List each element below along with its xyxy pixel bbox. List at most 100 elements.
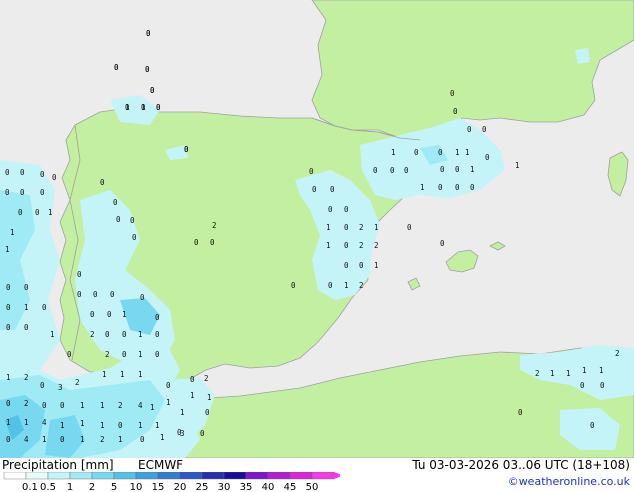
- map-canvas: 0 0 0 0 0 1 0 0 0 0 0 0 0 1 0 0 0 0 0 1 0 0 1 1 0 0 0 0 0 0 0 1 0 1 0 0 0 0 0 0…: [0, 0, 634, 458]
- precip-value-label: 0: [328, 281, 333, 290]
- precip-value-label: 0: [140, 293, 145, 302]
- precip-value-label: 1: [166, 398, 171, 407]
- precip-value-label: 2: [90, 330, 95, 339]
- precip-value-label: 0: [141, 103, 146, 112]
- precip-value-label: 1: [138, 421, 143, 430]
- colorbar-swatch: [135, 472, 159, 480]
- legend-credit: ©weatheronline.co.uk: [507, 475, 630, 488]
- precip-value-label: 1: [326, 241, 331, 250]
- precip-value-label: 0: [205, 408, 210, 417]
- precip-value-label: 0: [590, 421, 595, 430]
- colorbar-swatch: [311, 472, 335, 480]
- precip-value-label: 0: [455, 183, 460, 192]
- precip-value-label: 1: [190, 391, 195, 400]
- precip-value-label: 0: [155, 313, 160, 322]
- precip-value-label: 1: [80, 401, 85, 410]
- precip-value-label: 0: [190, 375, 195, 384]
- precip-value-label: 0: [414, 148, 419, 157]
- precip-value-label: 1: [391, 148, 396, 157]
- colorbar-swatch: [3, 472, 27, 480]
- precip-value-label: 0: [145, 65, 150, 74]
- precip-value-label: 0: [373, 166, 378, 175]
- precip-value-label: 0: [438, 148, 443, 157]
- precip-value-label: 0: [344, 205, 349, 214]
- colorbar-tick-label: 45: [284, 482, 297, 492]
- precip-value-label: 1: [455, 148, 460, 157]
- precip-value-label: 0: [20, 188, 25, 197]
- colorbar-tick-label: 35: [240, 482, 253, 492]
- colorbar-swatch: [25, 472, 49, 480]
- precip-value-label: 1: [102, 370, 107, 379]
- precipitation-map: 0 0 0 0 0 1 0 0 0 0 0 0 0 1 0 0 0 0 0 1 0 0 1 1 0 0 0 0 0 0 0 1 0 1 0 0 0 0 0 0…: [0, 0, 634, 458]
- precip-value-label: 1: [550, 369, 555, 378]
- colorbar-tick-label: 0.5: [40, 482, 56, 492]
- precip-value-label: 2: [75, 378, 80, 387]
- precip-value-label: 1: [10, 228, 15, 237]
- precip-value-label: 0: [440, 239, 445, 248]
- colorbar-swatch: [201, 472, 225, 480]
- precip-value-label: 0: [194, 238, 199, 247]
- precip-value-label: 1: [24, 303, 29, 312]
- precip-value-label: 0: [110, 290, 115, 299]
- precip-value-label: 0: [6, 323, 11, 332]
- precip-value-label: 2: [535, 369, 540, 378]
- precip-value-label: 1: [50, 330, 55, 339]
- precip-value-label: 0: [309, 167, 314, 176]
- precip-value-label: 0: [184, 145, 189, 154]
- precip-value-label: 4: [138, 401, 143, 410]
- precip-value-label: 0: [344, 261, 349, 270]
- precip-value-label: 0: [482, 125, 487, 134]
- precip-value-label: 0: [42, 303, 47, 312]
- precip-value-label: 0: [40, 188, 45, 197]
- colorbar-swatch: [69, 472, 93, 480]
- precip-value-label: 0: [150, 86, 155, 95]
- precip-value-label: 0: [344, 241, 349, 250]
- precip-value-label: 0: [105, 330, 110, 339]
- colorbar-tick-label: 1: [67, 482, 73, 492]
- precip-value-label: 1: [207, 393, 212, 402]
- precip-value-label: 4: [42, 418, 47, 427]
- precip-value-label: 1: [374, 223, 379, 232]
- precip-value-label: 1: [60, 421, 65, 430]
- precip-value-label: 1: [566, 369, 571, 378]
- precip-value-label: 0: [140, 435, 145, 444]
- colorbar-swatch: [289, 472, 313, 480]
- precip-value-label: 1: [48, 208, 53, 217]
- colorbar-swatch: [91, 472, 115, 480]
- legend-model: ECMWF: [138, 458, 184, 472]
- precip-value-label: 2: [105, 350, 110, 359]
- colorbar-swatch: [47, 472, 71, 480]
- precip-value-label: 0: [291, 281, 296, 290]
- precip-value-label: 1: [42, 435, 47, 444]
- colorbar-swatch: [245, 472, 269, 480]
- precip-value-label: 1: [6, 418, 11, 427]
- precip-value-label: 0: [6, 435, 11, 444]
- colorbar-tick-label: 50: [306, 482, 319, 492]
- precip-value-label: 2: [374, 241, 379, 250]
- precip-value-label: 0: [438, 183, 443, 192]
- precip-value-label: 2: [359, 223, 364, 232]
- precip-value-label: 1: [100, 401, 105, 410]
- precip-value-label: 0: [518, 408, 523, 417]
- precip-value-label: 0: [24, 283, 29, 292]
- precip-value-label: 2: [100, 435, 105, 444]
- legend-title: Precipitation [mm]: [2, 458, 114, 472]
- precip-value-label: 0: [453, 107, 458, 116]
- precip-value-label: 1: [6, 373, 11, 382]
- precip-value-label: 0: [60, 435, 65, 444]
- precip-value-label: 0: [42, 401, 47, 410]
- precip-value-label: 0: [404, 166, 409, 175]
- precip-value-label: 1: [160, 433, 165, 442]
- precip-value-label: 0: [328, 205, 333, 214]
- precip-value-label: 2: [359, 281, 364, 290]
- colorbar-swatch: [179, 472, 203, 480]
- precip-value-label: 0: [155, 350, 160, 359]
- precip-value-label: 0: [440, 165, 445, 174]
- precip-value-label: 0: [130, 216, 135, 225]
- precip-value-label: 0: [18, 208, 23, 217]
- precip-value-label: 0: [132, 233, 137, 242]
- precip-value-label: 0: [60, 401, 65, 410]
- precip-value-label: 2: [204, 374, 209, 383]
- precip-value-label: 0: [114, 63, 119, 72]
- precip-value-label: 1: [118, 435, 123, 444]
